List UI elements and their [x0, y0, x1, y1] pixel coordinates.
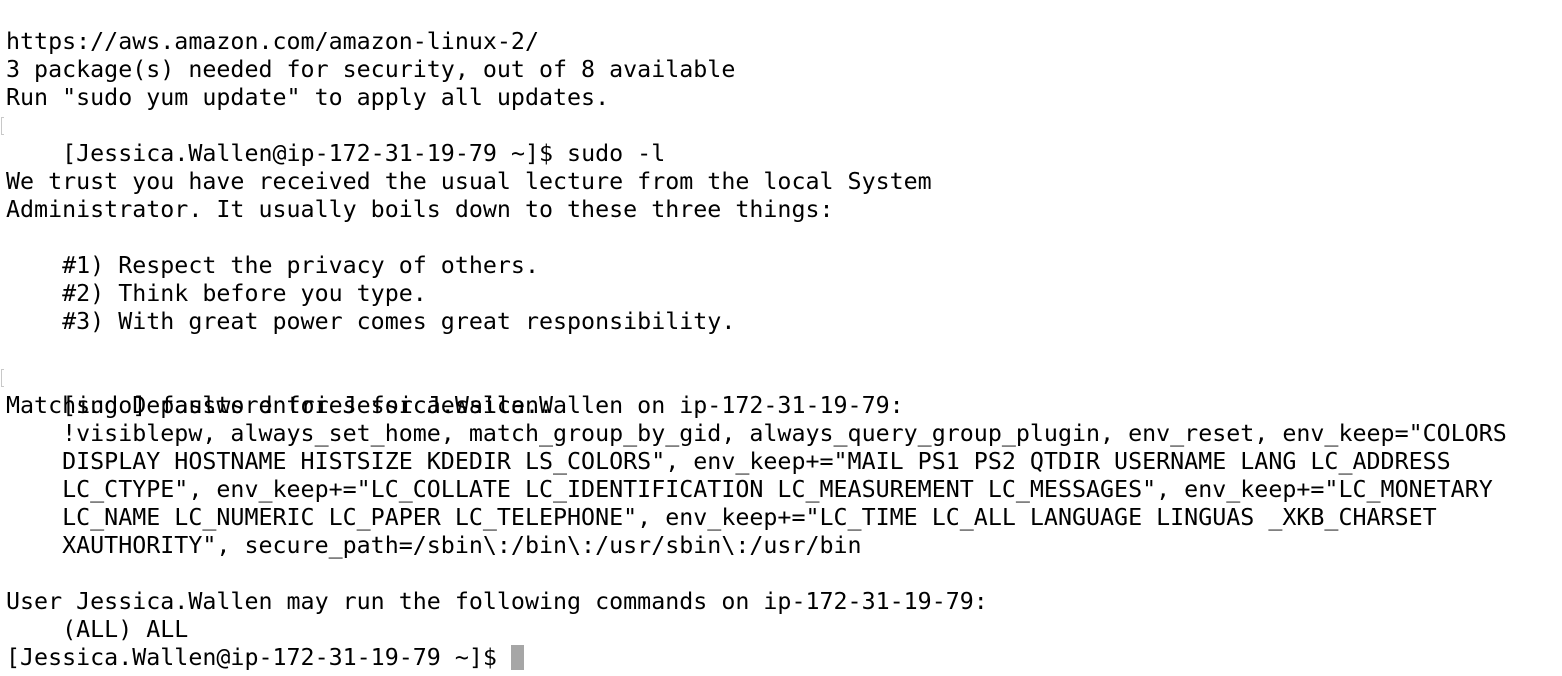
- terminal-line: User Jessica.Wallen may run the followin…: [6, 588, 988, 615]
- terminal-line: XAUTHORITY", secure_path=/sbin\:/bin\:/u…: [6, 532, 862, 559]
- terminal-line: Matching Defaults entries for Jessica.Wa…: [6, 392, 904, 419]
- shell-prompt: [Jessica.Wallen@ip-172-31-19-79 ~]$: [6, 644, 511, 671]
- terminal-line: #1) Respect the privacy of others.: [6, 252, 539, 279]
- terminal-line-password: [sudo] password for Jessica.Wallen:: [0, 364, 1562, 419]
- terminal-input-line[interactable]: [Jessica.Wallen@ip-172-31-19-79 ~]$: [0, 644, 1562, 672]
- text-cursor[interactable]: [510, 645, 524, 670]
- terminal-line-prompt: [Jessica.Wallen@ip-172-31-19-79 ~]$ sudo…: [0, 112, 1562, 167]
- terminal-line: (ALL) ALL: [6, 616, 189, 643]
- terminal-line: DISPLAY HOSTNAME HISTSIZE KDEDIR LS_COLO…: [6, 448, 1451, 475]
- terminal-output[interactable]: https://aws.amazon.com/amazon-linux-2/ 3…: [0, 28, 1562, 676]
- terminal-line: https://aws.amazon.com/amazon-linux-2/: [6, 28, 539, 55]
- terminal-line: We trust you have received the usual lec…: [6, 168, 932, 195]
- terminal-line: !visiblepw, always_set_home, match_group…: [6, 420, 1507, 447]
- terminal-line: Administrator. It usually boils down to …: [6, 196, 834, 223]
- terminal-line: #3) With great power comes great respons…: [6, 308, 736, 335]
- terminal-line: 3 package(s) needed for security, out of…: [6, 56, 736, 83]
- terminal-line: LC_CTYPE", env_keep+="LC_COLLATE LC_IDEN…: [6, 476, 1493, 503]
- line-mark-bracket: [1, 117, 4, 135]
- terminal-line: #2) Think before you type.: [6, 280, 427, 307]
- terminal-line: Run "sudo yum update" to apply all updat…: [6, 84, 610, 111]
- terminal-line: LC_NAME LC_NUMERIC LC_PAPER LC_TELEPHONE…: [6, 504, 1437, 531]
- line-mark-bracket: [1, 369, 4, 387]
